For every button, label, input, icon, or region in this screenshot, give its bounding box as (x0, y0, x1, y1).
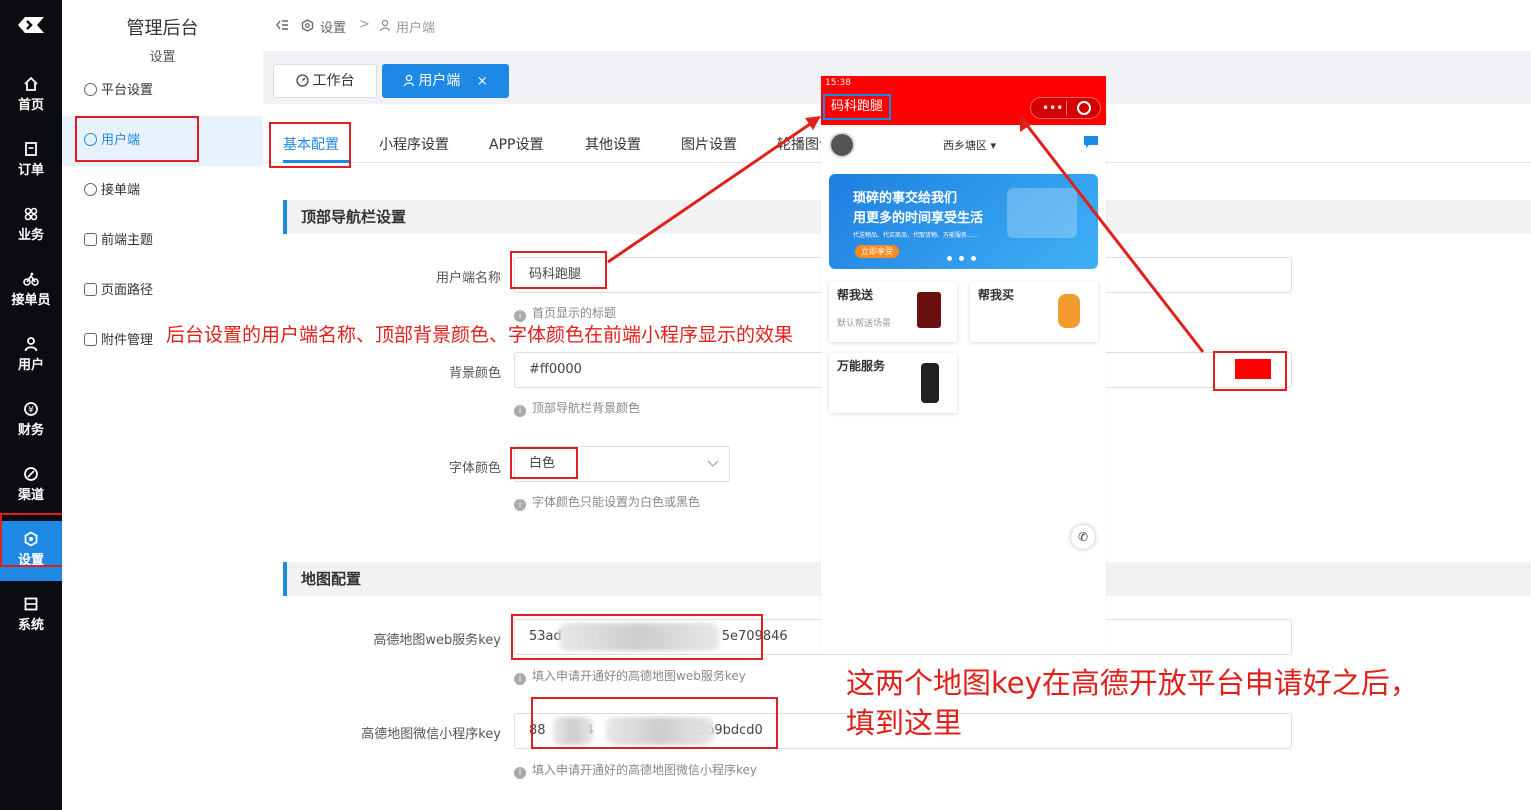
annotation-note-2b: 填到这里 (846, 706, 963, 740)
annotation-note-1: 后台设置的用户端名称、顶部背景颜色、字体颜色在前端小程序显示的效果 (166, 324, 794, 346)
annotation-note-2a: 这两个地图key在高德开放平台申请好之后， (846, 666, 1419, 700)
